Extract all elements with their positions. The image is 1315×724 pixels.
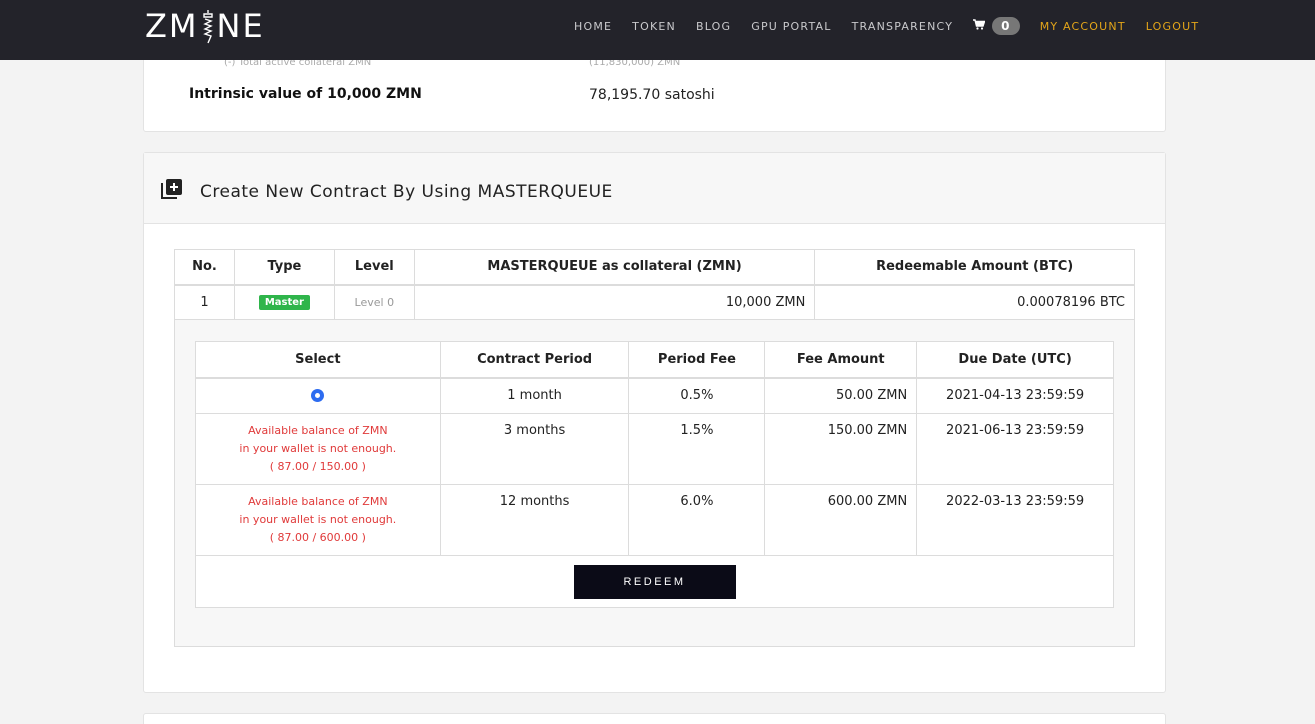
warning-balance: ( 87.00 / 150.00 ) xyxy=(269,460,366,473)
drill-icon xyxy=(201,9,215,44)
period-row: 1 month 0.5% 50.00 ZMN 2021-04-13 23:59:… xyxy=(195,377,1114,414)
redeem-row: REDEEM xyxy=(195,555,1114,608)
cart-icon xyxy=(973,19,986,33)
table-row: 1 Master Level 0 10,000 ZMN 0.00078196 B… xyxy=(174,284,1135,320)
logo-text: ZM xyxy=(145,7,199,45)
warning-line: in your wallet is not enough. xyxy=(239,513,397,526)
nav-gpu-portal[interactable]: GPU PORTAL xyxy=(751,20,831,33)
insufficient-balance-warning: Available balance of ZMN in your wallet … xyxy=(195,413,441,485)
row-no: 1 xyxy=(174,284,235,320)
redeem-cell: REDEEM xyxy=(195,555,1114,608)
warning-line: Available balance of ZMN xyxy=(248,495,388,508)
col-period-fee: Period Fee xyxy=(628,341,766,379)
col-select: Select xyxy=(195,341,441,379)
level-text: Level 0 xyxy=(354,295,395,309)
period-value: 3 months xyxy=(439,413,630,485)
period-value: 1 month xyxy=(439,377,630,414)
fee-amount: 600.00 ZMN xyxy=(764,484,918,556)
nav-home[interactable]: HOME xyxy=(574,20,612,33)
due-date: 2021-06-13 23:59:59 xyxy=(916,413,1114,485)
redeemable-amount: 0.00078196 BTC xyxy=(814,284,1135,320)
level-cell: Level 0 xyxy=(333,284,415,320)
due-date: 2022-03-13 23:59:59 xyxy=(916,484,1114,556)
period-row: Available balance of ZMN in your wallet … xyxy=(195,413,1114,485)
main-nav: HOME TOKEN BLOG GPU PORTAL TRANSPARENCY … xyxy=(574,17,1219,35)
insufficient-balance-warning: Available balance of ZMN in your wallet … xyxy=(195,484,441,556)
col-level: Level xyxy=(333,249,415,286)
card-title: Create New Contract By Using MASTERQUEUE xyxy=(200,182,613,202)
collateral-amount: 10,000 ZMN xyxy=(413,284,816,320)
nav-blog[interactable]: BLOG xyxy=(696,20,731,33)
contract-period-table: Select Contract Period Period Fee Fee Am… xyxy=(195,341,1114,608)
table-header-row: No. Type Level MASTERQUEUE as collateral… xyxy=(174,249,1135,286)
nav-logout[interactable]: LOGOUT xyxy=(1146,20,1200,33)
masterqueue-table: No. Type Level MASTERQUEUE as collateral… xyxy=(174,249,1135,320)
period-row: Available balance of ZMN in your wallet … xyxy=(195,484,1114,556)
col-type: Type xyxy=(233,249,335,286)
fee-value: 1.5% xyxy=(628,413,766,485)
fee-amount: 150.00 ZMN xyxy=(764,413,918,485)
cart-button[interactable]: 0 xyxy=(973,17,1020,35)
due-date: 2021-04-13 23:59:59 xyxy=(916,377,1114,414)
select-cell xyxy=(195,377,441,414)
fee-amount: 50.00 ZMN xyxy=(764,377,918,414)
col-no: No. xyxy=(174,249,235,286)
top-navigation-bar: ZM NE HOME TOKEN BLOG GPU PORTAL TRANSPA… xyxy=(0,0,1315,60)
next-card xyxy=(143,713,1166,724)
type-cell: Master xyxy=(233,284,335,320)
redeem-button[interactable]: REDEEM xyxy=(573,564,736,599)
period-header-row: Select Contract Period Period Fee Fee Am… xyxy=(195,341,1114,379)
fee-value: 6.0% xyxy=(628,484,766,556)
cart-count-badge: 0 xyxy=(992,17,1020,35)
intrinsic-value-label: Intrinsic value of 10,000 ZMN xyxy=(189,86,422,102)
intrinsic-value-amount: 78,195.70 satoshi xyxy=(589,87,715,103)
col-redeemable: Redeemable Amount (BTC) xyxy=(814,249,1135,286)
period-radio-selected[interactable] xyxy=(311,389,325,403)
master-badge: Master xyxy=(258,295,310,311)
nav-my-account[interactable]: MY ACCOUNT xyxy=(1040,20,1126,33)
col-due-date: Due Date (UTC) xyxy=(916,341,1114,379)
warning-line: in your wallet is not enough. xyxy=(239,442,397,455)
col-collateral: MASTERQUEUE as collateral (ZMN) xyxy=(413,249,816,286)
add-library-icon xyxy=(161,178,183,200)
period-value: 12 months xyxy=(439,484,630,556)
zmine-logo[interactable]: ZM NE xyxy=(145,6,265,46)
col-fee-amount: Fee Amount xyxy=(764,341,918,379)
nav-transparency[interactable]: TRANSPARENCY xyxy=(852,20,954,33)
logo-text-tail: NE xyxy=(216,7,265,45)
col-contract-period: Contract Period xyxy=(439,341,630,379)
fee-value: 0.5% xyxy=(628,377,766,414)
card-header: Create New Contract By Using MASTERQUEUE xyxy=(144,153,1165,224)
warning-line: Available balance of ZMN xyxy=(248,424,388,437)
warning-balance: ( 87.00 / 600.00 ) xyxy=(269,531,366,544)
nav-token[interactable]: TOKEN xyxy=(632,20,676,33)
